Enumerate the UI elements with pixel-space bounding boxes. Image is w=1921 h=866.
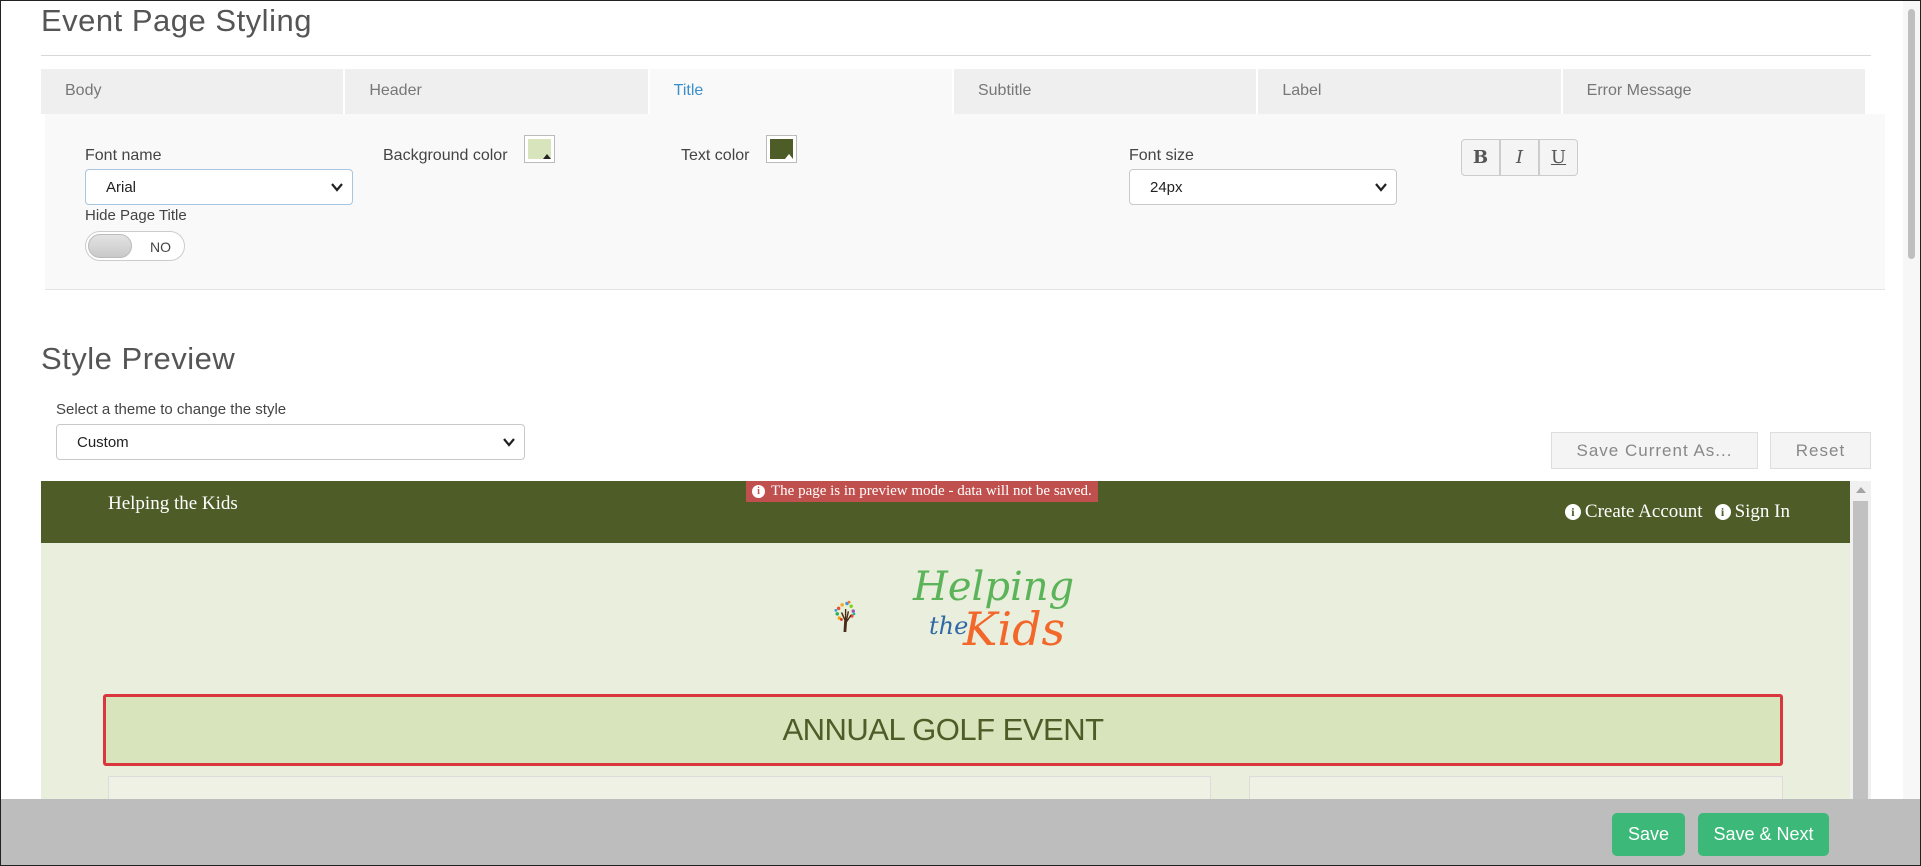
style-tabs: Body Header Title Subtitle Label Error M…: [41, 69, 1867, 114]
reset-button[interactable]: Reset: [1770, 432, 1871, 469]
page-scrollbar[interactable]: [1903, 1, 1920, 799]
logo-kids: Kids: [963, 602, 1066, 656]
toggle-knob: [88, 234, 132, 258]
font-size-value: 24px: [1150, 179, 1183, 196]
text-format-group: B I U: [1461, 139, 1578, 176]
font-name-value: Arial: [106, 179, 137, 196]
info-icon: i: [752, 485, 765, 498]
tree-hand-logo-icon: [834, 600, 856, 632]
text-color-swatch[interactable]: [766, 135, 797, 163]
background-color-label: Background color: [383, 147, 508, 164]
font-size-select[interactable]: 24px: [1129, 169, 1397, 205]
page-scroll-thumb[interactable]: [1908, 9, 1915, 259]
tab-header[interactable]: Header: [345, 69, 650, 114]
preview-page-title[interactable]: ANNUAL GOLF EVENT: [103, 694, 1783, 766]
font-name-select[interactable]: Arial: [85, 169, 353, 205]
chevron-down-icon: [1375, 183, 1387, 192]
style-preview-title: Style Preview: [41, 341, 236, 376]
preview-header: Helping the Kids i The page is in preview…: [41, 481, 1850, 543]
preview-brand: Helping the Kids: [108, 493, 238, 514]
preview-mode-text: The page is in preview mode - data will …: [771, 483, 1092, 499]
tab-body[interactable]: Body: [41, 69, 346, 114]
font-size-label: Font size: [1129, 147, 1194, 164]
tab-subtitle[interactable]: Subtitle: [953, 69, 1259, 114]
swatch-arrow-icon: [785, 154, 793, 159]
title-divider: [41, 55, 1871, 56]
page-title: Event Page Styling: [41, 3, 312, 38]
preview-side-card: [1249, 776, 1783, 801]
italic-button[interactable]: I: [1500, 139, 1539, 176]
scroll-up-icon[interactable]: [1856, 487, 1866, 493]
save-current-as-button[interactable]: Save Current As...: [1551, 432, 1758, 469]
save-and-next-button[interactable]: Save & Next: [1698, 813, 1829, 856]
underline-button[interactable]: U: [1539, 139, 1578, 176]
info-icon: i: [1714, 504, 1731, 520]
theme-value: Custom: [77, 434, 129, 451]
create-account-text: Create Account: [1584, 501, 1703, 522]
tab-title[interactable]: Title: [649, 69, 954, 114]
chevron-down-icon: [503, 438, 515, 447]
tab-label[interactable]: Label: [1258, 69, 1563, 114]
font-name-label: Font name: [85, 147, 162, 164]
sign-in-text: Sign In: [1734, 501, 1790, 522]
preview-content-card: [108, 776, 1211, 801]
background-color-fill: [528, 139, 551, 159]
sign-in-link[interactable]: i Sign In: [1714, 501, 1790, 523]
preview-scroll-thumb[interactable]: [1853, 501, 1868, 801]
text-color-label: Text color: [681, 147, 750, 164]
background-color-swatch[interactable]: [524, 135, 555, 163]
event-title: ANNUAL GOLF EVENT: [782, 712, 1104, 747]
toggle-state: NO: [150, 239, 171, 255]
hide-page-title-label: Hide Page Title: [85, 207, 187, 224]
theme-select[interactable]: Custom: [56, 424, 525, 460]
save-button[interactable]: Save: [1612, 813, 1685, 856]
preview-scrollbar[interactable]: [1850, 481, 1871, 801]
bold-button[interactable]: B: [1461, 139, 1500, 176]
event-styling-page: Event Page Styling Body Header Title Sub…: [1, 1, 1920, 865]
chevron-down-icon: [331, 183, 343, 192]
theme-select-label: Select a theme to change the style: [56, 401, 287, 418]
text-color-fill: [770, 139, 793, 159]
create-account-link[interactable]: i Create Account: [1564, 501, 1703, 523]
tab-error-message[interactable]: Error Message: [1562, 69, 1867, 114]
preview-account-links: i Create Account i Sign In: [1564, 501, 1790, 523]
swatch-arrow-icon: [543, 154, 551, 159]
preview-mode-banner: i The page is in preview mode - data will…: [746, 481, 1098, 502]
style-preview-frame: Helping the Kids i The page is in preview…: [41, 481, 1871, 801]
info-icon: i: [1564, 504, 1581, 520]
hide-page-title-toggle[interactable]: NO: [85, 231, 185, 261]
footer-bar: Save Save & Next: [1, 799, 1920, 865]
